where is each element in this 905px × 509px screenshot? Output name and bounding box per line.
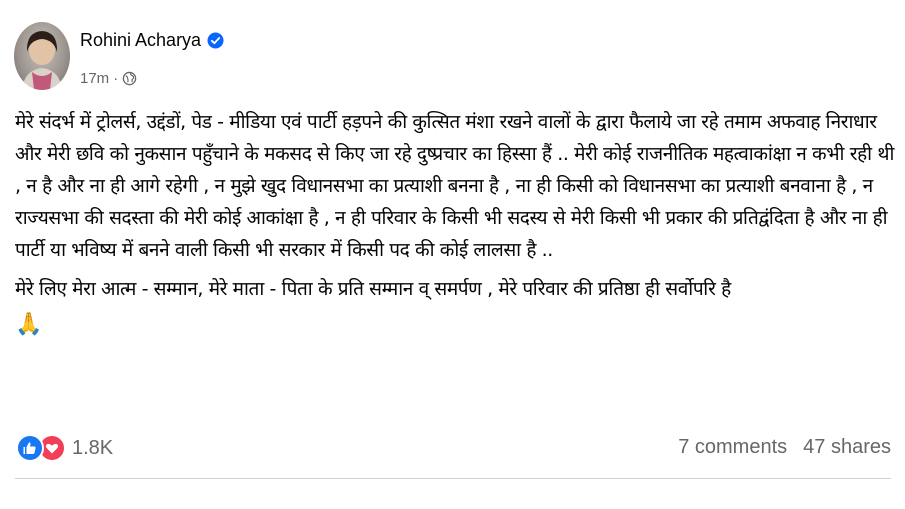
avatar[interactable] <box>14 22 70 90</box>
like-reaction-icon <box>16 434 44 462</box>
post-paragraph-1: मेरे संदर्भ में ट्रोलर्स, उद्दंडों, पेड … <box>15 111 900 261</box>
reaction-count: 1.8K <box>72 436 114 459</box>
author-name[interactable]: Rohini Acharya <box>80 30 201 51</box>
post-meta: 17m · <box>80 70 137 87</box>
post-footer: 1.8K 7 comments 47 shares <box>16 434 891 464</box>
comments-count[interactable]: 7 comments <box>678 436 787 459</box>
globe-icon[interactable] <box>122 71 137 86</box>
verified-badge-icon <box>207 32 224 49</box>
post-stats: 7 comments 47 shares <box>678 436 891 459</box>
reactions-summary[interactable]: 1.8K <box>16 434 113 462</box>
post-body: मेरे संदर्भ में ट्रोलर्स, उद्दंडों, पेड … <box>15 106 895 338</box>
shares-count[interactable]: 47 shares <box>803 436 891 459</box>
post-time[interactable]: 17m <box>80 70 109 87</box>
meta-separator: · <box>113 70 119 87</box>
author-row: Rohini Acharya <box>80 30 224 51</box>
footer-divider <box>15 478 891 479</box>
folded-hands-emoji: 🙏 <box>15 312 42 337</box>
facebook-post: Rohini Acharya 17m · मेरे संदर्भ में ट्र… <box>0 0 905 509</box>
post-paragraph-2: मेरे लिए मेरा आत्म - सम्मान, मेरे माता -… <box>15 278 731 300</box>
